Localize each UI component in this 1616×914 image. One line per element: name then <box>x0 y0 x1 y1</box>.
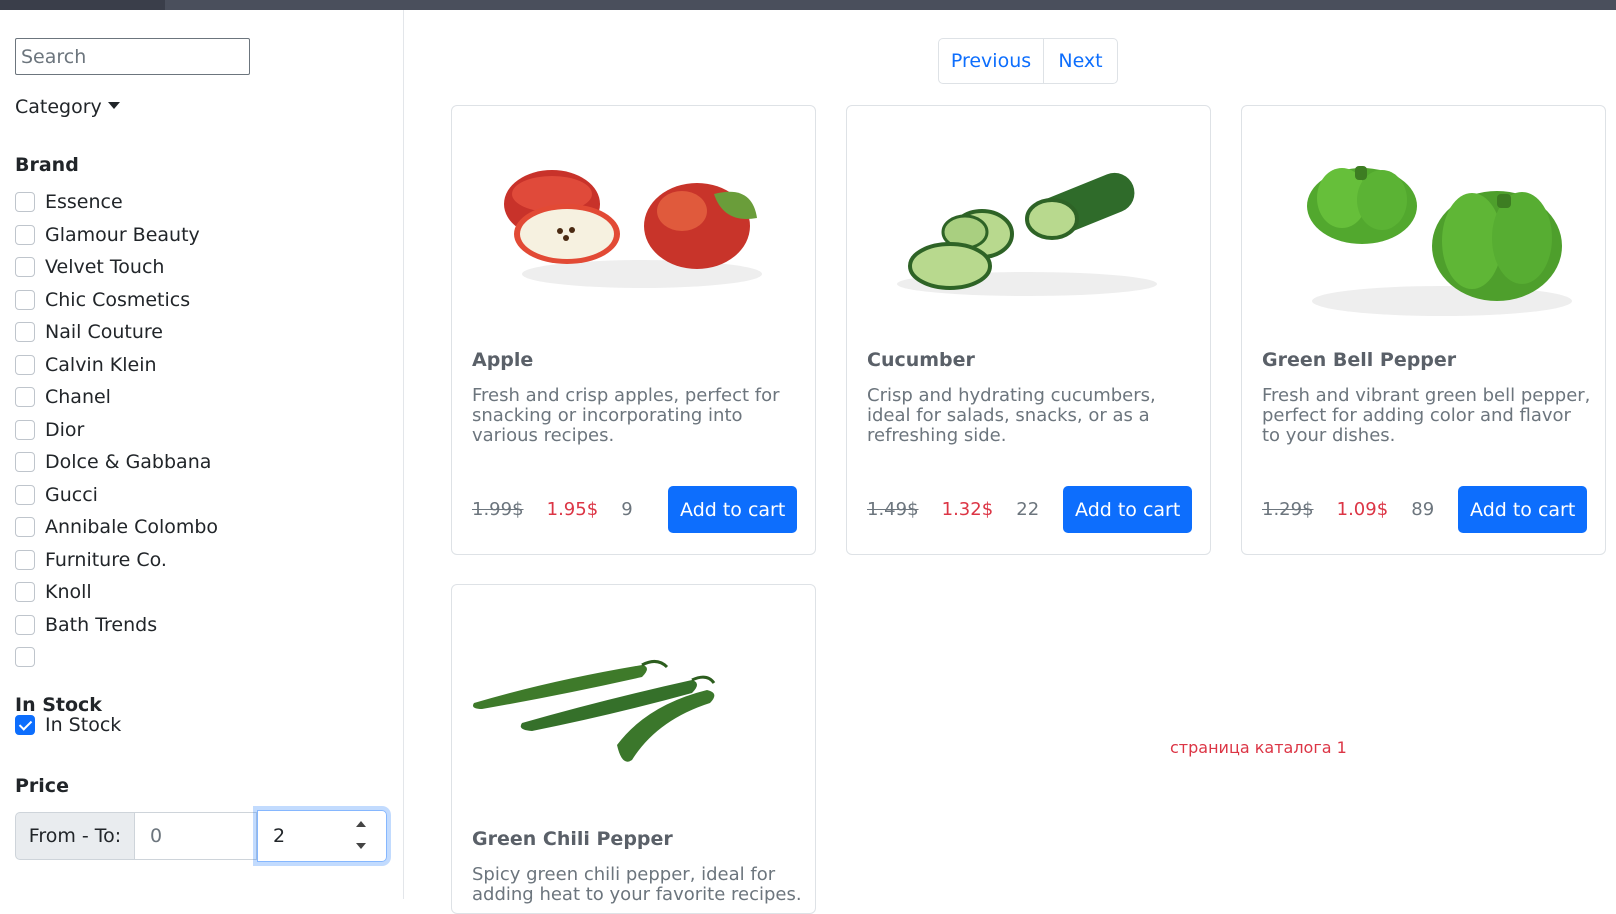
brand-label: Essence <box>45 191 123 213</box>
category-label: Category <box>15 96 102 118</box>
next-page-button[interactable]: Next <box>1044 39 1117 83</box>
brand-label: Gucci <box>45 484 98 506</box>
in-stock-checkbox[interactable] <box>15 715 35 735</box>
spin-up-icon[interactable] <box>356 821 366 827</box>
brand-checkbox[interactable] <box>15 290 35 310</box>
add-to-cart-button[interactable]: Add to cart <box>1063 486 1192 533</box>
brand-checkbox[interactable] <box>15 550 35 570</box>
sale-price: 1.95$ <box>546 499 599 520</box>
brand-option[interactable]: Glamour Beauty <box>15 223 200 247</box>
old-price: 1.49$ <box>867 499 919 520</box>
stock-count: 89 <box>1411 499 1435 520</box>
brand-checkbox[interactable] <box>15 192 35 212</box>
pagination: Previous Next <box>938 38 1118 84</box>
brand-option[interactable]: Nail Couture <box>15 320 163 344</box>
sale-price: 1.32$ <box>941 499 994 520</box>
brand-checkbox[interactable] <box>15 452 35 472</box>
brand-label: Calvin Klein <box>45 354 157 376</box>
price-from-input[interactable]: 0 <box>135 812 257 860</box>
price-range-label: From - To: <box>15 812 135 860</box>
brand-checkbox[interactable] <box>15 420 35 440</box>
brand-label: Annibale Colombo <box>45 516 219 538</box>
brand-option[interactable]: Dolce & Gabbana <box>15 450 211 474</box>
brand-option[interactable]: Velvet Touch <box>15 255 164 279</box>
product-card: Cucumber Crisp and hydrating cucumbers, … <box>846 105 1211 555</box>
old-price: 1.99$ <box>472 499 524 520</box>
brand-checkbox[interactable] <box>15 647 35 667</box>
in-stock-option[interactable]: In Stock <box>15 713 121 737</box>
previous-page-button[interactable]: Previous <box>939 39 1044 83</box>
product-footer: 1.29$ 1.09$ 89 Add to cart <box>1262 486 1587 533</box>
brand-label: Chanel <box>45 386 111 408</box>
brand-option[interactable]: Chic Cosmetics <box>15 288 190 312</box>
number-spinner[interactable] <box>352 821 370 849</box>
brand-option[interactable]: Dior <box>15 418 84 442</box>
brand-label: Velvet Touch <box>45 256 165 278</box>
old-price: 1.29$ <box>1262 499 1314 520</box>
brand-option[interactable]: Furniture Co. <box>15 548 167 572</box>
brand-option[interactable]: Knoll <box>15 580 92 604</box>
caret-down-icon <box>107 102 120 109</box>
brand-option[interactable]: Calvin Klein <box>15 353 157 377</box>
product-footer: 1.99$ 1.95$ 9 Add to cart <box>472 486 797 533</box>
brand-checkbox[interactable] <box>15 225 35 245</box>
brand-label: Bath Trends <box>45 614 158 636</box>
price-to-input[interactable]: 2 <box>257 810 387 862</box>
brand-label: Dior <box>45 419 85 441</box>
brand-label: Glamour Beauty <box>45 224 200 246</box>
product-card: Apple Fresh and crisp apples, perfect fo… <box>451 105 816 555</box>
brand-checkbox[interactable] <box>15 582 35 602</box>
brand-option[interactable] <box>15 645 45 669</box>
product-description: Crisp and hydrating cucumbers, ideal for… <box>867 385 1156 446</box>
product-title: Green Bell Pepper <box>1262 349 1457 371</box>
brand-label: Furniture Co. <box>45 549 167 571</box>
brand-label: Dolce & Gabbana <box>45 451 212 473</box>
bell-pepper-image <box>1307 166 1572 316</box>
brand-option[interactable]: Essence <box>15 190 123 214</box>
catalog-page-note: страница каталога 1 <box>1170 738 1347 757</box>
brand-label: Knoll <box>45 581 92 603</box>
brand-option[interactable]: Chanel <box>15 385 111 409</box>
price-range-group: From - To: 0 2 <box>15 810 392 862</box>
product-title: Green Chili Pepper <box>472 828 673 850</box>
browser-tab-strip <box>0 0 165 10</box>
price-to-value: 2 <box>273 825 286 847</box>
brand-label: Nail Couture <box>45 321 163 343</box>
brand-checkbox[interactable] <box>15 257 35 277</box>
sale-price: 1.09$ <box>1336 499 1389 520</box>
spin-down-icon[interactable] <box>356 843 366 849</box>
product-description: Spicy green chili pepper, ideal for addi… <box>472 864 802 905</box>
price-title: Price <box>15 775 69 797</box>
brand-checkbox[interactable] <box>15 485 35 505</box>
product-footer: 1.49$ 1.32$ 22 Add to cart <box>867 486 1192 533</box>
product-title: Apple <box>472 349 534 371</box>
product-title: Cucumber <box>867 349 975 371</box>
chili-pepper-image <box>473 660 716 762</box>
cucumber-image <box>897 172 1157 296</box>
browser-top-bar <box>0 0 1616 10</box>
brand-option[interactable]: Bath Trends <box>15 613 157 637</box>
brand-checkbox[interactable] <box>15 615 35 635</box>
add-to-cart-button[interactable]: Add to cart <box>1458 486 1587 533</box>
product-card: Green Bell Pepper Fresh and vibrant gree… <box>1241 105 1606 555</box>
filter-sidebar: Category Brand Essence Glamour Beauty Velv… <box>0 10 404 899</box>
brand-checkbox[interactable] <box>15 322 35 342</box>
product-description: Fresh and vibrant green bell pepper, per… <box>1262 385 1591 446</box>
brand-option[interactable]: Gucci <box>15 483 98 507</box>
apple-image <box>504 170 762 288</box>
category-dropdown[interactable]: Category <box>15 96 120 118</box>
in-stock-label: In Stock <box>45 714 122 736</box>
stock-count: 22 <box>1016 499 1040 520</box>
product-description: Fresh and crisp apples, perfect for snac… <box>472 385 780 446</box>
brand-checkbox[interactable] <box>15 387 35 407</box>
brand-checkbox[interactable] <box>15 517 35 537</box>
brand-label: Chic Cosmetics <box>45 289 191 311</box>
stock-count: 9 <box>621 499 633 520</box>
brand-option[interactable]: Annibale Colombo <box>15 515 218 539</box>
brand-checkbox[interactable] <box>15 355 35 375</box>
brand-title: Brand <box>15 154 79 176</box>
product-card: Green Chili Pepper Spicy green chili pep… <box>451 584 816 914</box>
add-to-cart-button[interactable]: Add to cart <box>668 486 797 533</box>
search-input[interactable] <box>15 38 250 75</box>
